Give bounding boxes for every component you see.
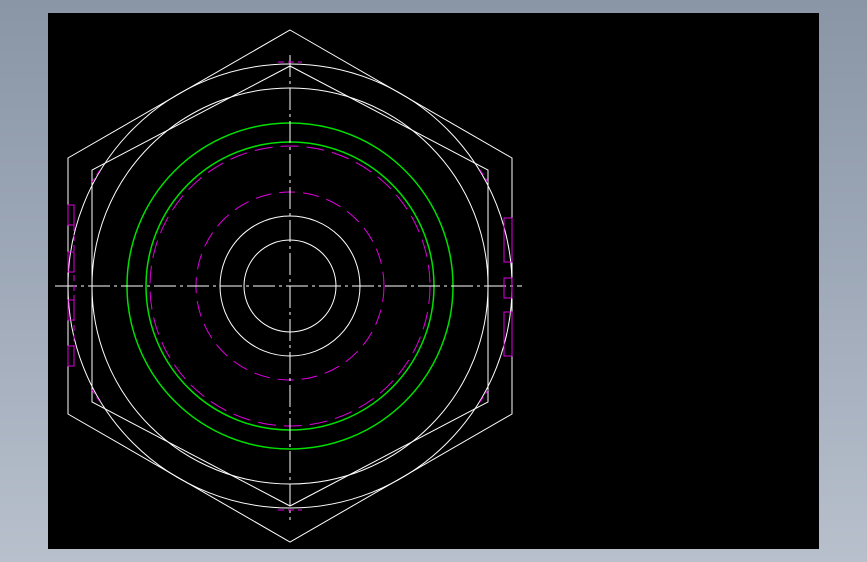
hidden-side-detail-right [503,217,513,357]
cad-window: { "drawing": { "view": "front-view-hex-n… [0,0,867,562]
drawing-canvas [55,29,522,543]
drawing-viewport[interactable] [48,13,819,549]
